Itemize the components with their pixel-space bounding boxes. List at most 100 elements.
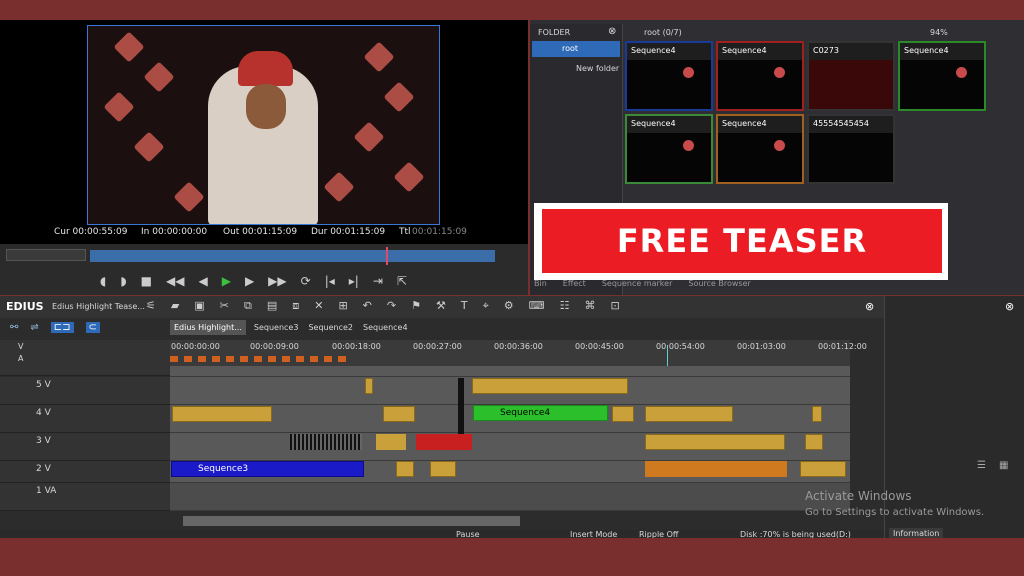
fast-forward-icon[interactable]: ▶▶ [268, 274, 286, 288]
tab-source-browser[interactable]: Source Browser [688, 279, 750, 293]
clip-thumb[interactable]: Sequence4 [625, 41, 713, 111]
timeline-clip[interactable] [383, 406, 415, 422]
delete-icon[interactable]: ✕ [314, 299, 323, 313]
timeline-clip[interactable] [365, 378, 373, 394]
timeline-clip[interactable]: Sequence4 [473, 405, 608, 421]
timeline-scrollbar[interactable] [183, 516, 520, 526]
close-icon[interactable]: ⊗ [608, 26, 616, 37]
tab-sequence[interactable]: Sequence4 [361, 320, 410, 335]
sequence-icon[interactable]: ⚟ [146, 299, 156, 313]
video-frame[interactable] [87, 25, 440, 225]
track-header[interactable]: 4 V [0, 405, 170, 433]
rewind-icon[interactable]: ◀◀ [166, 274, 184, 288]
app-name: EDIUS [6, 300, 44, 313]
clip-thumb[interactable]: Sequence4 [625, 114, 713, 184]
replace-icon[interactable]: ⧈ [292, 299, 299, 313]
timeline-clip[interactable] [800, 461, 846, 477]
tab-bin[interactable]: Bin [534, 279, 547, 293]
marker-icon[interactable]: ⚑ [411, 299, 421, 313]
undo-icon[interactable]: ↶ [363, 299, 372, 313]
tab-sequence[interactable]: Edius Highlight... [170, 320, 246, 335]
timeline-clip[interactable] [416, 434, 472, 450]
next-edit-icon[interactable]: ▸| [349, 274, 359, 288]
timeline-clip[interactable] [645, 434, 785, 450]
sync-icon[interactable]: ⇌ [30, 322, 38, 333]
project-name: Edius Highlight Tease... [52, 302, 145, 311]
step-back-icon[interactable]: ◀ [198, 274, 207, 288]
shuttle-slider[interactable] [6, 249, 86, 261]
insert-icon[interactable]: ⇥ [373, 274, 383, 288]
tab-effect[interactable]: Effect [563, 279, 586, 293]
folder-item-new-folder[interactable]: New folder [576, 64, 619, 73]
timeline-clip[interactable] [812, 406, 822, 422]
timeline-clip[interactable] [430, 461, 456, 477]
timeline-clip[interactable] [645, 406, 733, 422]
step-forward-icon[interactable]: ▶ [245, 274, 254, 288]
export-icon[interactable]: ⇱ [397, 274, 407, 288]
stop-icon[interactable]: ■ [141, 274, 152, 288]
tools-icon[interactable]: ⚒ [436, 299, 446, 313]
timeline-clip[interactable] [290, 434, 362, 450]
clip-thumb[interactable]: 45554545454 [807, 114, 895, 184]
close-icon[interactable]: ⊗ [865, 300, 874, 313]
timeline-clip[interactable] [805, 434, 823, 450]
title-icon[interactable]: T [461, 299, 468, 313]
keyboard-icon[interactable]: ⌨ [529, 299, 545, 313]
render-icon[interactable]: ⚙ [504, 299, 514, 313]
timeline-clip[interactable]: Sequence3 [171, 461, 364, 477]
link-icon[interactable]: ⚯ [10, 322, 18, 333]
tab-sequence[interactable]: Sequence2 [306, 320, 355, 335]
cut-icon[interactable]: ✂ [220, 299, 229, 313]
prev-edit-icon[interactable]: |◂ [325, 274, 335, 288]
ripple-icon[interactable]: ⊏⊐ [50, 322, 74, 333]
close-icon[interactable]: ⊗ [1005, 300, 1014, 313]
track-header[interactable]: 2 V [0, 461, 170, 483]
tab-sequence[interactable]: Sequence3 [252, 320, 301, 335]
redo-icon[interactable]: ↷ [387, 299, 396, 313]
track-lane[interactable] [170, 366, 850, 377]
timeline-clip[interactable] [396, 461, 414, 477]
playhead[interactable] [386, 247, 388, 265]
time-ruler[interactable]: 00:00:00:00 00:00:09:00 00:00:18:00 00:0… [170, 340, 867, 366]
track-header[interactable]: 5 V [0, 377, 170, 405]
mark-out-icon[interactable]: ◗ [120, 274, 126, 288]
play-icon[interactable]: ▶ [222, 274, 231, 288]
activate-watermark-text: Go to Settings to activate Windows. [805, 507, 985, 518]
track-header[interactable]: V A [0, 340, 170, 376]
folder-item-root[interactable]: root [532, 41, 620, 57]
timeline-clip[interactable] [645, 461, 787, 477]
track-lane[interactable] [170, 483, 850, 511]
tab-sequence-marker[interactable]: Sequence marker [602, 279, 673, 293]
mark-in-icon[interactable]: ◖ [100, 274, 106, 288]
position-bar[interactable] [90, 247, 495, 265]
timecode-ttl-label: Ttl [399, 227, 411, 237]
copy-icon[interactable]: ⧉ [244, 299, 252, 313]
timeline-clip[interactable] [472, 378, 628, 394]
snap-icon[interactable]: ⊂ [85, 322, 100, 333]
effect-icon[interactable]: ⌖ [483, 299, 489, 313]
bin-zoom[interactable]: 94% [930, 28, 948, 37]
clip-thumb[interactable]: C0273 [807, 41, 895, 111]
clip-thumb[interactable]: Sequence4 [898, 41, 986, 111]
timeline-toolbar: EDIUS Edius Highlight Tease... ⚟ ▰ ▣ ✂ ⧉ ▤ ⧈ ✕ ⊞… [0, 296, 884, 318]
paste-icon[interactable]: ▤ [267, 299, 277, 313]
timeline-clip[interactable] [172, 406, 272, 422]
track-header[interactable]: 3 V [0, 433, 170, 461]
timeline-clip[interactable] [612, 406, 634, 422]
list-icon[interactable]: ☰ [977, 460, 986, 471]
save-icon[interactable]: ▣ [194, 299, 204, 313]
grid-icon[interactable]: ⊡ [610, 299, 619, 313]
mixer-icon[interactable]: ☷ [560, 299, 570, 313]
timeline-clip[interactable] [376, 434, 406, 450]
add-icon[interactable]: ⊞ [338, 299, 347, 313]
timecode-out: Out 00:01:15:09 [223, 227, 298, 237]
ruler-label: 00:00:27:00 [413, 342, 462, 351]
clip-thumb[interactable]: Sequence4 [716, 114, 804, 184]
loop-icon[interactable]: ⟳ [301, 274, 311, 288]
grid-icon[interactable]: ▦ [999, 460, 1008, 471]
folder-open-icon[interactable]: ▰ [171, 299, 179, 313]
track-header[interactable]: 1 VA [0, 483, 170, 511]
bin-tabs: Bin Effect Sequence marker Source Browse… [534, 279, 934, 293]
record-icon[interactable]: ⌘ [584, 299, 595, 313]
clip-thumb[interactable]: Sequence4 [716, 41, 804, 111]
